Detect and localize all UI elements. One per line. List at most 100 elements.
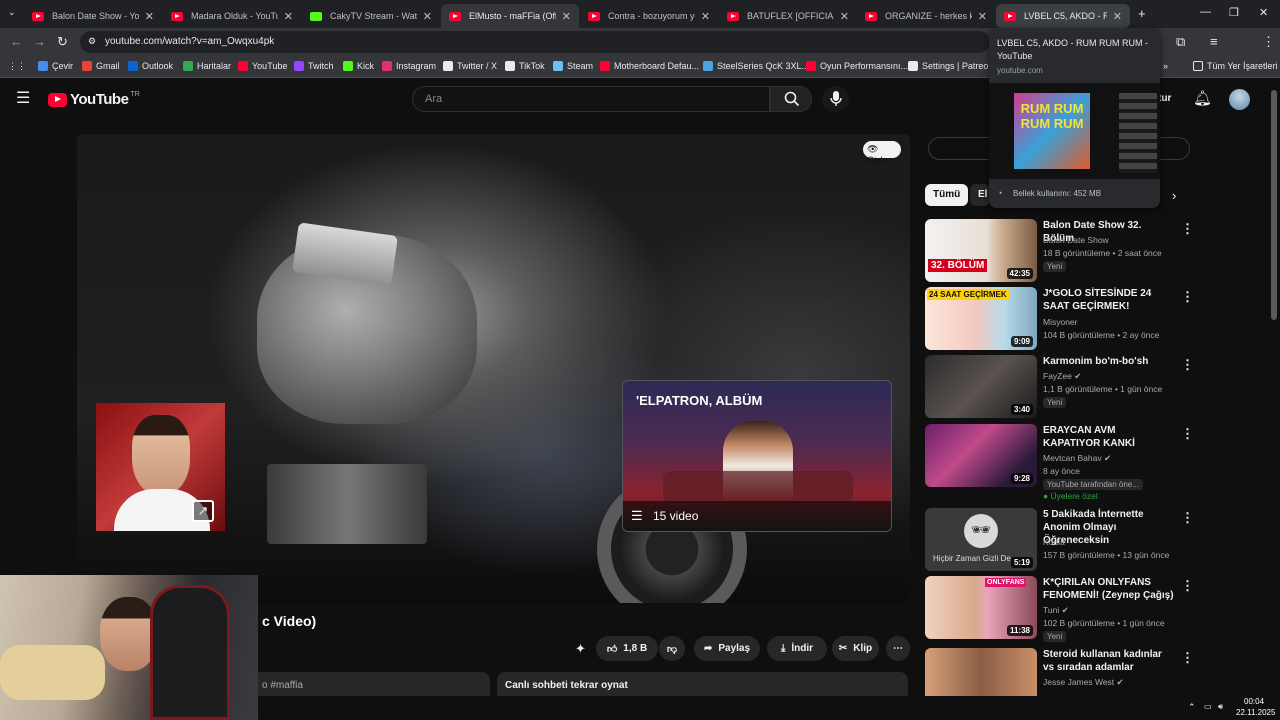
user-avatar[interactable] xyxy=(1229,89,1250,110)
bookmark-item[interactable]: Haritalar xyxy=(183,61,231,71)
channel-name[interactable]: Jesse James West ✔ xyxy=(1043,677,1124,688)
search-input[interactable]: Ara xyxy=(412,86,770,112)
close-icon[interactable]: ✕ xyxy=(1113,10,1122,23)
thumbnail[interactable]: 9:28 xyxy=(925,424,1037,487)
recommendation-item[interactable]: 9:28 ERAYCAN AVM KAPATIYOR KANKİ Mevtcan… xyxy=(925,424,1195,504)
search-button[interactable] xyxy=(770,86,812,112)
close-icon[interactable]: ✕ xyxy=(145,10,154,23)
clock-time[interactable]: 00:04 xyxy=(1244,697,1264,706)
more-vert-icon[interactable]: ⋮ xyxy=(1181,289,1194,305)
chip-scroll-right-icon[interactable]: › xyxy=(1172,188,1176,203)
bookmark-item[interactable]: Gmail xyxy=(82,61,120,71)
chip-all[interactable]: Tümü xyxy=(925,184,969,206)
bookmark-item[interactable]: Outlook xyxy=(128,61,173,71)
channel-name[interactable]: Kodla xyxy=(1043,537,1065,547)
apps-icon[interactable]: ⋮⋮ xyxy=(8,61,26,72)
channel-name[interactable]: Balon Date Show xyxy=(1043,235,1109,245)
album-cover-overlay[interactable]: ↗ xyxy=(96,403,225,531)
recommendation-item[interactable]: 3:40 Karmonim bo'm-bo'sh FayZee ✔ 1,1 B … xyxy=(925,355,1195,419)
channel-name[interactable]: FayZee ✔ xyxy=(1043,371,1081,382)
recommendation-item[interactable]: ONLYFANS 11:38 K*ÇIRILAN ONLYFANS FENOME… xyxy=(925,576,1195,642)
forward-icon[interactable]: → xyxy=(33,34,46,49)
video-player[interactable] xyxy=(77,134,910,603)
tab-7-hovered[interactable]: LVBEL C5, AKDO - RUM R ✕ xyxy=(996,4,1130,28)
bookmark-item[interactable]: Twitter / X xyxy=(443,61,497,71)
playlist-card[interactable]: 'ELPATRON, ALBÜM ☰ 15 video xyxy=(622,380,892,532)
site-info-icon[interactable]: ⚙ xyxy=(88,36,96,47)
bookmark-item[interactable]: YouTube xyxy=(238,61,287,71)
tab-search-dropdown-icon[interactable]: ⌄ xyxy=(8,7,16,18)
bookmark-item[interactable]: Instagram xyxy=(382,61,436,71)
bookmark-item[interactable]: Kick xyxy=(343,61,374,71)
close-icon[interactable]: ✕ xyxy=(840,10,849,23)
download-button[interactable]: ⤓ İndir xyxy=(767,636,827,661)
tab-5[interactable]: BATUFLEX [OFFICIAL VIDEO ✕ xyxy=(719,4,857,28)
bookmark-item[interactable]: SteelSeries QcK 3XL... xyxy=(703,61,809,71)
hide-overlay-button[interactable]: 👁︎ Gizle xyxy=(863,141,901,165)
channel-name[interactable]: Tuni ✔ xyxy=(1043,605,1069,616)
share-button[interactable]: ➦ Paylaş xyxy=(694,636,760,661)
video-title[interactable]: Steroid kullanan kadınlar vs sıradan ada… xyxy=(1043,648,1175,674)
tray-expand-icon[interactable]: ⌃ xyxy=(1188,702,1196,713)
recommendation-item[interactable]: 🕶︎ Hiçbir Zaman Gizli De 5:19 5 Dakikada… xyxy=(925,508,1195,572)
bookmark-item[interactable]: Motherboard Defau... xyxy=(600,61,699,71)
dislike-button[interactable]: 👎︎ xyxy=(659,636,685,661)
media-icon[interactable]: ≡ xyxy=(1210,34,1218,49)
reload-icon[interactable]: ↻ xyxy=(57,34,68,50)
tab-0[interactable]: Balon Date Show - YouTube ✕ xyxy=(24,4,162,28)
thumbnail[interactable]: 24 SAAT GEÇİRMEK 9:09 xyxy=(925,287,1037,350)
create-button-fragment[interactable]: tur xyxy=(1158,93,1171,104)
maximize-icon[interactable]: ❐ xyxy=(1229,6,1239,19)
browser-menu-icon[interactable]: ⋮ xyxy=(1262,34,1275,50)
thumbnail[interactable] xyxy=(925,648,1037,696)
more-vert-icon[interactable]: ⋮ xyxy=(1181,510,1194,526)
live-chat-replay-button[interactable]: Canlı sohbeti tekrar oynat xyxy=(497,672,908,696)
tab-3-active[interactable]: ElMusto - maFFia (Official ✕ xyxy=(441,4,579,28)
channel-name[interactable]: Mevtcan Bahav ✔ xyxy=(1043,453,1111,464)
new-tab-icon[interactable]: + xyxy=(1138,6,1146,21)
close-icon[interactable]: ✕ xyxy=(562,10,571,23)
recommendation-item[interactable]: Steroid kullanan kadınlar vs sıradan ada… xyxy=(925,648,1195,696)
thumbnail[interactable]: 3:40 xyxy=(925,355,1037,418)
recommendation-item[interactable]: 24 SAAT GEÇİRMEK 9:09 J*GOLO SİTESİNDE 2… xyxy=(925,287,1195,351)
video-title[interactable]: Karmonim bo'm-bo'sh xyxy=(1043,355,1175,368)
tab-2[interactable]: CakyTV Stream - Watch Live ✕ xyxy=(302,4,440,28)
description-box[interactable]: o #maffia xyxy=(258,672,490,696)
bookmark-item[interactable]: Settings | Patreon xyxy=(908,61,993,71)
clip-button[interactable]: ✂ Klip xyxy=(832,636,879,661)
notifications-bell-icon[interactable]: 🔔︎ xyxy=(1193,89,1212,107)
bookmark-item[interactable]: Oyun Performansını... xyxy=(806,61,908,71)
page-scrollbar[interactable] xyxy=(1271,90,1277,320)
volume-icon[interactable]: 🔊︎ xyxy=(1218,702,1223,712)
thumbnail[interactable]: 32. BÖLÜM 42:35 xyxy=(925,219,1037,282)
network-icon[interactable]: ▭ xyxy=(1204,702,1212,711)
hamburger-menu-icon[interactable]: ☰ xyxy=(16,88,30,108)
back-icon[interactable]: ← xyxy=(10,34,23,49)
chip-second[interactable]: El xyxy=(970,184,990,206)
tab-6[interactable]: ORGANIZE - herkes kend ✕ xyxy=(857,4,995,28)
channel-name[interactable]: Misyoner xyxy=(1043,317,1077,327)
bookmark-item[interactable]: Steam xyxy=(553,61,593,71)
clock-date[interactable]: 22.11.2025 xyxy=(1236,708,1275,717)
voice-search-button[interactable] xyxy=(822,86,849,112)
more-vert-icon[interactable]: ⋮ xyxy=(1181,221,1194,237)
more-vert-icon[interactable]: ⋮ xyxy=(1181,426,1194,442)
more-vert-icon[interactable]: ⋮ xyxy=(1181,357,1194,373)
window-close-icon[interactable]: ✕ xyxy=(1259,6,1268,19)
sparkle-icon[interactable]: ✦ xyxy=(575,641,586,657)
video-title[interactable]: K*ÇIRILAN ONLYFANS FENOMENİ! (Zeynep Çağ… xyxy=(1043,576,1175,602)
video-title[interactable]: ERAYCAN AVM KAPATIYOR KANKİ xyxy=(1043,424,1175,450)
more-vert-icon[interactable]: ⋮ xyxy=(1181,578,1194,594)
bookmark-item[interactable]: Twitch xyxy=(294,61,334,71)
close-icon[interactable]: ✕ xyxy=(423,10,432,23)
extensions-icon[interactable]: ⧉ xyxy=(1176,34,1185,50)
bookmark-item[interactable]: Çevir xyxy=(38,61,73,71)
video-title[interactable]: J*GOLO SİTESİNDE 24 SAAT GEÇİRMEK! xyxy=(1043,287,1175,313)
more-vert-icon[interactable]: ⋮ xyxy=(1181,650,1194,666)
tab-4[interactable]: Contra - bozuyorum yemi ✕ xyxy=(580,4,718,28)
close-icon[interactable]: ✕ xyxy=(978,10,987,23)
close-icon[interactable]: ✕ xyxy=(701,10,710,23)
external-link-icon[interactable]: ↗ xyxy=(192,500,214,522)
minimize-icon[interactable]: — xyxy=(1200,6,1211,18)
more-actions-button[interactable]: ⋯ xyxy=(886,636,910,661)
